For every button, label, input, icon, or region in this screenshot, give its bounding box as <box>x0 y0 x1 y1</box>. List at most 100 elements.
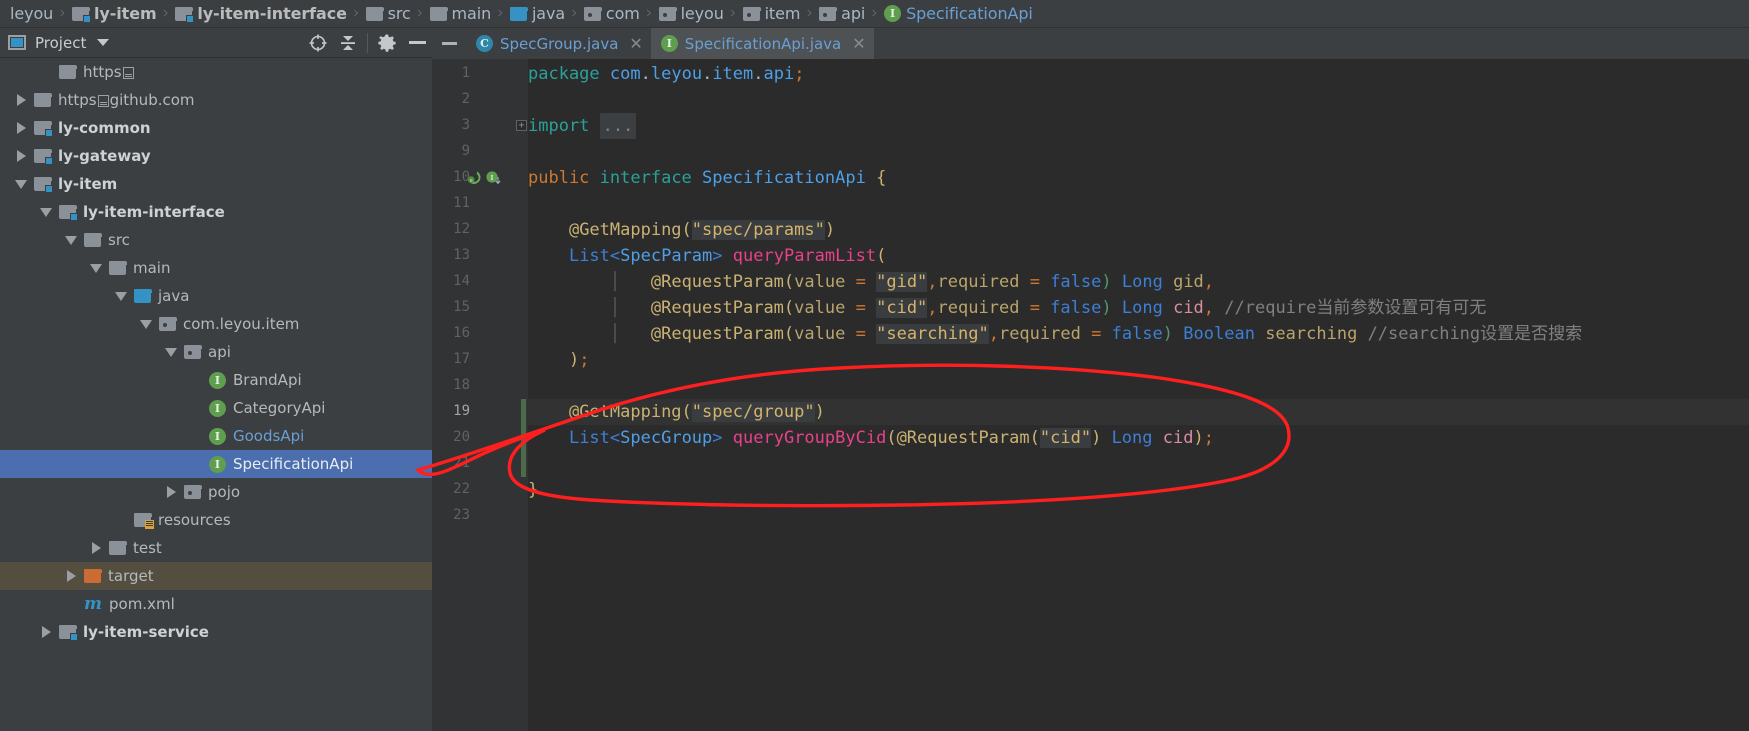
expand-arrow-right-icon[interactable] <box>58 570 84 582</box>
expand-arrow-down-icon[interactable] <box>83 263 109 273</box>
maven-icon: m <box>84 593 102 614</box>
breadcrumb-item-main[interactable]: main <box>427 0 495 28</box>
missing-glyph <box>122 67 134 79</box>
tree-item-resources[interactable]: resources <box>0 506 432 534</box>
tree-item-goodsapi[interactable]: I GoodsApi <box>0 422 432 450</box>
breadcrumb-item-specificationapi[interactable]: I SpecificationApi <box>881 0 1036 28</box>
breadcrumb-item-label: src <box>387 4 411 23</box>
expand-arrow-right-icon[interactable] <box>83 542 109 554</box>
tree-item-com.leyou.item[interactable]: com.leyou.item <box>0 310 432 338</box>
code-content[interactable]: package com.leyou.item.api; import ... pub… <box>528 59 1749 731</box>
fold-expand-icon[interactable]: + <box>516 120 527 131</box>
tree-item-label: api <box>208 343 231 361</box>
package-icon <box>159 317 177 331</box>
interface-icon: I <box>209 455 226 473</box>
line-number: 17 <box>453 351 470 367</box>
code-line[interactable]: │ @RequestParam(value = "cid",required =… <box>528 295 1486 321</box>
tree-item-categoryapi[interactable]: I CategoryApi <box>0 394 432 422</box>
scroll-from-source-icon[interactable] <box>303 28 333 58</box>
breadcrumb-item-ly-item[interactable]: ly-item <box>69 0 160 28</box>
spring-bean-icon[interactable]: e <box>466 170 482 186</box>
breadcrumb-item-src[interactable]: src <box>363 0 414 28</box>
folder-icon <box>429 6 448 21</box>
tree-item-ly-item-service[interactable]: ly-item-service <box>0 618 432 646</box>
expand-arrow-down-icon[interactable] <box>133 319 159 329</box>
editor-tab-specificationapi-java[interactable]: I SpecificationApi.java ✕ <box>650 28 874 59</box>
tree-item-ly-gateway[interactable]: ly-gateway <box>0 142 432 170</box>
code-line[interactable]: ); <box>528 347 590 373</box>
code-line[interactable]: List<SpecGroup> queryGroupByCid(@Request… <box>528 425 1214 451</box>
tree-toggle-placeholder <box>183 374 209 386</box>
breadcrumb-item-leyou[interactable]: leyou <box>656 0 727 28</box>
tree-item-label: https <box>83 63 135 81</box>
tree-item-label: SpecificationApi <box>233 455 354 473</box>
tree-item-label: GoodsApi <box>233 427 305 445</box>
code-line[interactable]: List<SpecParam> queryParamList( <box>528 243 886 269</box>
collapse-all-icon[interactable] <box>333 28 363 58</box>
breadcrumb-item-api[interactable]: api <box>816 0 868 28</box>
breadcrumb-item-com[interactable]: com <box>581 0 643 28</box>
tree-item-java[interactable]: java <box>0 282 432 310</box>
tree-item-test[interactable]: test <box>0 534 432 562</box>
gear-icon[interactable] <box>372 28 402 58</box>
tree-item-src[interactable]: src <box>0 226 432 254</box>
module-folder-icon <box>175 6 195 23</box>
breadcrumb-item-item[interactable]: item <box>740 0 804 28</box>
editor-tab-specgroup-java[interactable]: C SpecGroup.java ✕ <box>466 28 651 59</box>
chevron-down-icon[interactable] <box>97 39 110 46</box>
tree-item-label: test <box>133 539 162 557</box>
close-icon[interactable]: ✕ <box>852 35 865 52</box>
breadcrumb-item-java[interactable]: java <box>507 0 568 28</box>
tree-item-label: ly-item <box>58 175 118 193</box>
expand-arrow-down-icon[interactable] <box>58 235 84 245</box>
tree-item-main[interactable]: main <box>0 254 432 282</box>
tree-item-target[interactable]: target <box>0 562 432 590</box>
code-line[interactable]: package com.leyou.item.api; <box>528 61 804 87</box>
close-icon[interactable]: ✕ <box>629 35 642 52</box>
line-number: 15 <box>453 299 470 315</box>
expand-arrow-right-icon[interactable] <box>8 150 34 162</box>
tree-item-ly-item-interface[interactable]: ly-item-interface <box>0 198 432 226</box>
breadcrumb-item-label: leyou <box>10 4 54 23</box>
breadcrumb-item-leyou[interactable]: leyou <box>2 0 56 28</box>
expand-arrow-down-icon[interactable] <box>8 179 34 189</box>
resources-folder-icon <box>134 513 154 529</box>
editor-tab-bar: C SpecGroup.java ✕ I SpecificationApi.java ✕ <box>432 28 1749 59</box>
breadcrumb-item-ly-item-interface[interactable]: ly-item-interface <box>172 0 350 28</box>
tree-item-brandapi[interactable]: I BrandApi <box>0 366 432 394</box>
tree-item-api[interactable]: api <box>0 338 432 366</box>
code-line[interactable]: } <box>528 477 538 503</box>
excluded-folder-icon <box>84 569 102 583</box>
expand-arrow-down-icon[interactable] <box>33 207 59 217</box>
hide-tool-window-icon[interactable] <box>402 28 432 58</box>
code-line[interactable]: │ @RequestParam(value = "searching",requ… <box>528 321 1582 347</box>
code-line[interactable]: @GetMapping("spec/group") <box>528 399 825 425</box>
folder-icon <box>84 233 102 247</box>
expand-arrow-down-icon[interactable] <box>108 291 134 301</box>
expand-arrow-right-icon[interactable] <box>33 626 59 638</box>
tree-item-specificationapi[interactable]: I SpecificationApi <box>0 450 432 478</box>
tree-item-pojo[interactable]: pojo <box>0 478 432 506</box>
code-line[interactable]: │ @RequestParam(value = "gid",required =… <box>528 269 1214 295</box>
expand-arrow-right-icon[interactable] <box>8 94 34 106</box>
editor-gutter[interactable]: 1 2 3 9 10 11 12 13 14 15 16 17 18 19 20 21 22 23 + e I <box>432 59 528 731</box>
tree-item-https-[interactable]: https <box>0 58 432 86</box>
project-tree[interactable]: https https github.com ly-common ly-gateway l… <box>0 58 432 731</box>
tree-item-ly-common[interactable]: ly-common <box>0 114 432 142</box>
vcs-change-marker[interactable] <box>521 399 526 477</box>
code-line[interactable]: import ... <box>528 113 637 139</box>
tree-item-ly-item[interactable]: ly-item <box>0 170 432 198</box>
line-number: 13 <box>453 247 470 263</box>
hide-editor-icon[interactable] <box>432 28 466 59</box>
svg-text:e: e <box>470 178 473 184</box>
tree-item-https-github.com[interactable]: https github.com <box>0 86 432 114</box>
tree-toggle-placeholder <box>183 430 209 442</box>
tree-item-pom.xml[interactable]: m pom.xml <box>0 590 432 618</box>
expand-arrow-down-icon[interactable] <box>158 347 184 357</box>
expand-arrow-right-icon[interactable] <box>158 486 184 498</box>
interface-implemented-icon[interactable]: I <box>485 170 501 186</box>
code-line[interactable]: @GetMapping("spec/params") <box>528 217 835 243</box>
expand-arrow-right-icon[interactable] <box>8 122 34 134</box>
tree-item-label: pom.xml <box>109 595 175 613</box>
code-line[interactable]: public interface SpecificationApi { <box>528 165 886 191</box>
